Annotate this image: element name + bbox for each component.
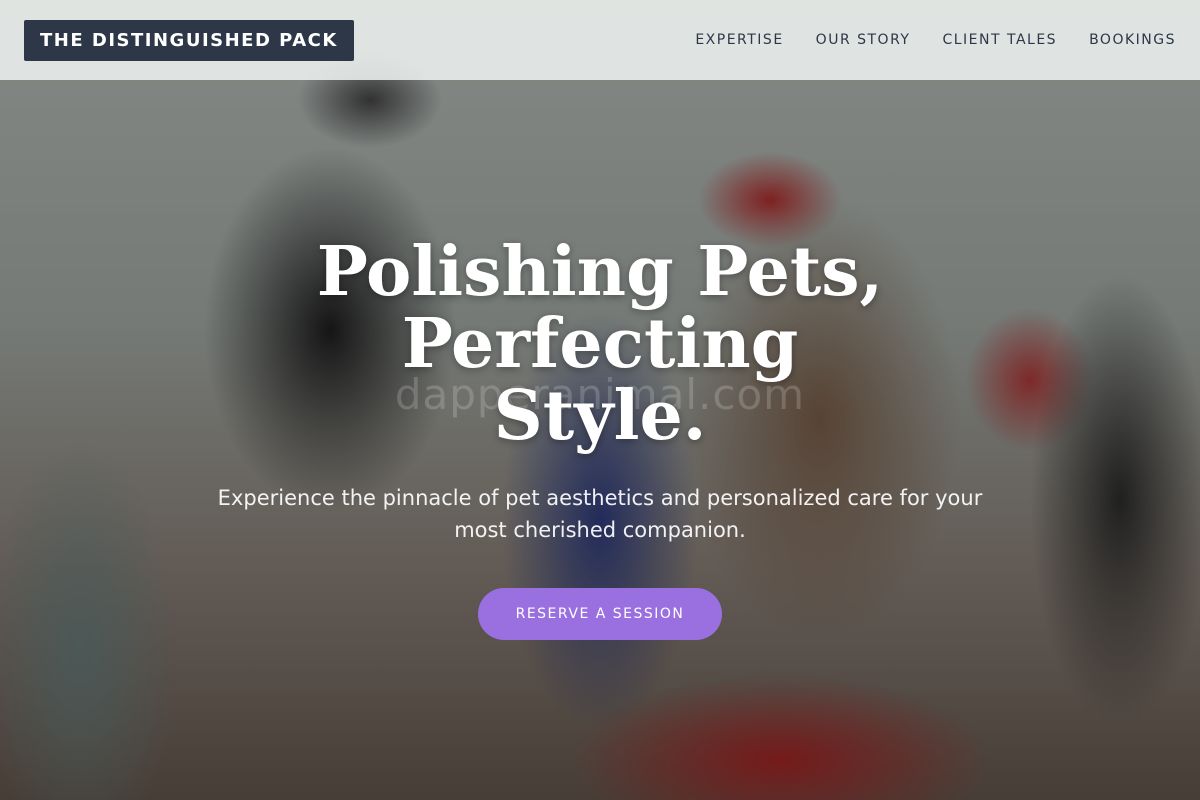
hero-section: Polishing Pets, Perfecting Style. Experi…	[150, 236, 1050, 640]
hero-subtitle: Experience the pinnacle of pet aesthetic…	[190, 482, 1010, 546]
hero-title-line-1: Polishing Pets, Perfecting	[316, 232, 884, 384]
nav-link-our-story[interactable]: OUR STORY	[816, 32, 911, 48]
hero-subtitle-line-2: most cherished companion.	[454, 518, 746, 542]
nav-link-expertise[interactable]: EXPERTISE	[695, 32, 783, 48]
reserve-session-button[interactable]: RESERVE A SESSION	[478, 588, 722, 640]
hero-title-line-2: Style.	[493, 376, 707, 456]
site-logo[interactable]: THE DISTINGUISHED PACK	[24, 19, 354, 61]
nav-link-bookings[interactable]: BOOKINGS	[1089, 32, 1176, 48]
hero-title: Polishing Pets, Perfecting Style.	[150, 236, 1050, 452]
nav-link-client-tales[interactable]: CLIENT TALES	[942, 32, 1057, 48]
page: dapperanimal.com THE DISTINGUISHED PACK …	[0, 0, 1200, 800]
main-nav: EXPERTISE OUR STORY CLIENT TALES BOOKING…	[695, 32, 1176, 48]
hero-subtitle-line-1: Experience the pinnacle of pet aesthetic…	[217, 486, 983, 510]
site-header: THE DISTINGUISHED PACK EXPERTISE OUR STO…	[0, 0, 1200, 80]
